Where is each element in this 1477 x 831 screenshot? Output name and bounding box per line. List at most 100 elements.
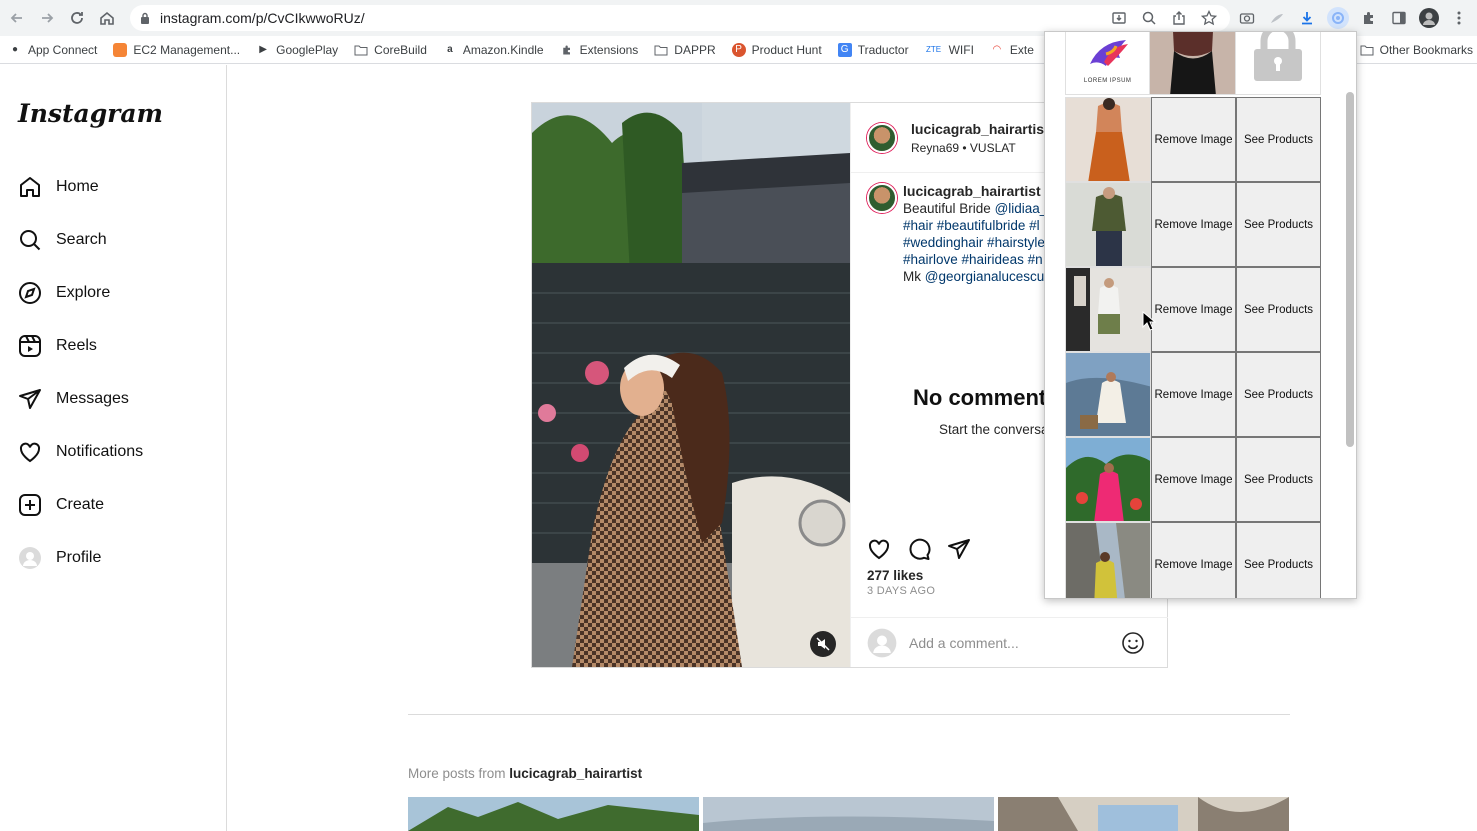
bookmark-item[interactable]: Extensions	[560, 43, 638, 57]
play-icon: ▶	[259, 44, 267, 55]
popup-header-row: LOREM IPSUM	[1065, 32, 1321, 95]
post-username[interactable]: lucicagrab_hairartist	[911, 121, 1049, 137]
nav-create[interactable]: Create	[18, 485, 104, 525]
remove-image-button[interactable]: Remove Image	[1151, 437, 1236, 522]
lock-icon	[140, 12, 150, 24]
forward-icon[interactable]	[32, 3, 62, 33]
bookmark-item[interactable]: ZTE WIFI	[925, 43, 974, 57]
nav-search[interactable]: Search	[18, 220, 107, 260]
extension-active-icon[interactable]	[1327, 7, 1349, 29]
bookmark-item[interactable]: CoreBuild	[354, 43, 427, 57]
locked-slot	[1235, 32, 1321, 95]
puzzle-icon[interactable]	[1359, 8, 1379, 28]
nav-label: Search	[56, 231, 107, 248]
product-image[interactable]	[1065, 352, 1151, 437]
folder-icon	[1360, 44, 1374, 56]
caption-mention[interactable]: @georgianalucescu	[925, 269, 1045, 284]
see-products-button[interactable]: See Products	[1236, 352, 1321, 437]
nav-reels[interactable]: Reels	[18, 326, 97, 366]
see-products-button[interactable]: See Products	[1236, 522, 1321, 598]
folder-icon	[654, 43, 668, 57]
bookmark-item[interactable]: EC2 Management...	[113, 42, 240, 57]
caption-mention[interactable]: @lidiaa_	[995, 201, 1048, 216]
bookmark-item[interactable]: ● App Connect	[8, 43, 97, 57]
more-post-thumbnail[interactable]	[408, 797, 699, 831]
camera-icon[interactable]	[1237, 8, 1257, 28]
pen-icon[interactable]	[1267, 8, 1287, 28]
search-icon	[20, 230, 41, 251]
emoji-icon[interactable]	[1121, 631, 1145, 655]
install-icon[interactable]	[1109, 8, 1129, 28]
product-image[interactable]	[1065, 267, 1151, 352]
more-posts-username[interactable]: lucicagrab_hairartist	[509, 766, 642, 781]
nav-label: Create	[56, 496, 105, 513]
reload-icon[interactable]	[62, 3, 92, 33]
mute-icon[interactable]	[810, 631, 836, 657]
caption-text: Mk	[903, 269, 925, 284]
nav-messages[interactable]: Messages	[18, 379, 129, 419]
product-image[interactable]	[1065, 97, 1151, 182]
download-icon[interactable]	[1297, 8, 1317, 28]
rainbow-icon: ◠	[992, 44, 1002, 55]
menu-dots-icon[interactable]	[1449, 8, 1469, 28]
bookmark-item[interactable]: a Amazon.Kindle	[443, 43, 544, 57]
nav-label: Home	[56, 178, 99, 195]
remove-image-button[interactable]: Remove Image	[1151, 182, 1236, 267]
more-posts-heading: More posts from lucicagrab_hairartist	[408, 766, 642, 781]
more-post-thumbnail[interactable]	[998, 797, 1289, 831]
product-image[interactable]	[1150, 32, 1236, 95]
zoom-icon[interactable]	[1139, 8, 1159, 28]
compass-icon	[19, 282, 41, 304]
remove-image-button[interactable]: Remove Image	[1151, 352, 1236, 437]
other-bookmarks[interactable]: Other Bookmarks	[1360, 36, 1473, 64]
bookmark-label: GooglePlay	[276, 42, 339, 57]
comment-input[interactable]: Add a comment...	[909, 635, 1109, 651]
like-heart-icon[interactable]	[867, 537, 891, 561]
nav-label: Messages	[56, 390, 129, 407]
bookmark-label: App Connect	[28, 42, 98, 57]
popup-scrollbar[interactable]	[1346, 92, 1354, 447]
mouse-cursor-icon	[1142, 311, 1156, 331]
see-products-button[interactable]: See Products	[1236, 267, 1321, 352]
puzzle-icon	[560, 43, 574, 57]
avatar[interactable]	[867, 122, 897, 153]
back-icon[interactable]	[2, 3, 32, 33]
comment-icon[interactable]	[907, 537, 931, 561]
more-post-thumbnail[interactable]	[703, 797, 994, 831]
remove-image-button[interactable]: Remove Image	[1151, 97, 1236, 182]
nav-label: Notifications	[56, 443, 144, 460]
home-icon[interactable]	[92, 3, 122, 33]
lock-icon	[1253, 32, 1302, 81]
product-image[interactable]	[1065, 522, 1151, 598]
see-products-button[interactable]: See Products	[1236, 182, 1321, 267]
star-icon[interactable]	[1199, 8, 1219, 28]
amazon-icon: a	[447, 44, 453, 55]
remove-image-button[interactable]: Remove Image	[1151, 267, 1236, 352]
nav-home[interactable]: Home	[18, 167, 99, 207]
likes-count[interactable]: 277 likes	[867, 568, 923, 583]
bookmark-item[interactable]: ◠ Exte	[990, 43, 1034, 57]
post-video[interactable]	[532, 103, 850, 667]
product-image[interactable]	[1065, 182, 1151, 267]
post-audio[interactable]: Reyna69 • VUSLAT	[911, 141, 1049, 155]
share-icon[interactable]	[1169, 8, 1189, 28]
see-products-button[interactable]: See Products	[1236, 437, 1321, 522]
side-panel-icon[interactable]	[1389, 8, 1409, 28]
bookmark-item[interactable]: ▶ GooglePlay	[256, 43, 338, 57]
caption-avatar[interactable]	[867, 183, 897, 213]
address-bar[interactable]: instagram.com/p/CvCIkwwoRUz/	[130, 5, 1230, 31]
nav-notifications[interactable]: Notifications	[18, 432, 143, 472]
remove-image-button[interactable]: Remove Image	[1151, 522, 1236, 598]
product-image[interactable]	[1065, 437, 1151, 522]
nav-explore[interactable]: Explore	[18, 273, 110, 313]
profile-avatar-icon[interactable]	[1419, 8, 1439, 28]
bookmark-item[interactable]: G Traductor	[837, 42, 909, 57]
url-text: instagram.com/p/CvCIkwwoRUz/	[160, 10, 365, 26]
share-send-icon[interactable]	[947, 537, 971, 561]
bookmark-item[interactable]: P Product Hunt	[731, 42, 822, 57]
instagram-logo[interactable]: Instagram	[18, 99, 163, 128]
nav-profile[interactable]: Profile	[18, 538, 101, 578]
bookmark-item[interactable]: DAPPR	[654, 43, 716, 57]
extension-popup: LOREM IPSUM Remove Image See Products Re…	[1044, 31, 1357, 599]
see-products-button[interactable]: See Products	[1236, 97, 1321, 182]
